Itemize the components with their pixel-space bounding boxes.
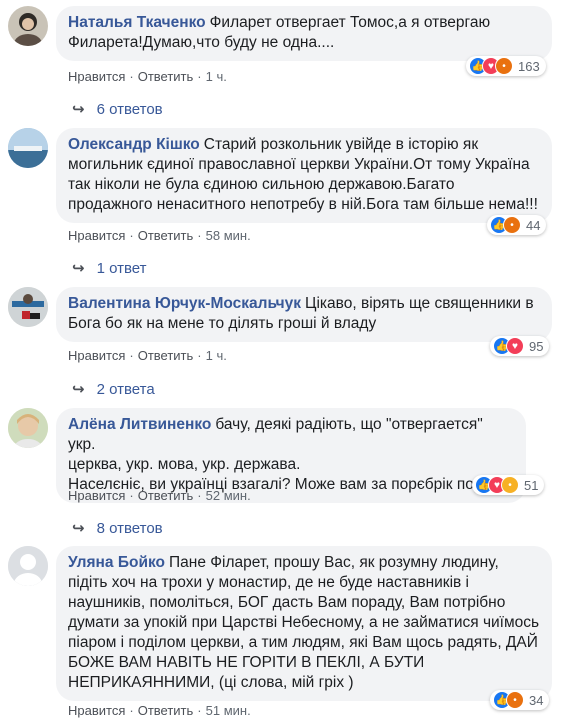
comment-text: продажного ненаситного непотребу в ній.Б…: [68, 196, 538, 213]
reply-arrow-icon: ↪: [72, 260, 85, 277]
comment-text: наушників, помоліться, БОГ дасть Вам пор…: [68, 594, 506, 611]
reactions-summary[interactable]: 👍 • 44: [487, 215, 547, 235]
like-link[interactable]: Нравится: [68, 228, 125, 243]
comment-text: Филарет отвергает Томос,а я отвергаю: [209, 14, 491, 31]
comment-time[interactable]: 52 мин.: [206, 488, 251, 503]
angry-reaction-icon: •: [506, 691, 524, 709]
avatar[interactable]: [8, 546, 48, 586]
view-replies[interactable]: ↪ 8 ответов: [72, 519, 163, 537]
comment-text: НЕПРИКАЯННИМИ, (ці слова, мій гріх ): [68, 674, 354, 691]
avatar[interactable]: [8, 408, 48, 448]
comment-actions: Нравится · Ответить · 1 ч.: [68, 348, 227, 363]
comment-text: Пане Філарет, прошу Вас, як розумну люди…: [169, 554, 499, 571]
sad-reaction-icon: •: [501, 476, 519, 494]
reaction-count: 163: [518, 58, 540, 74]
avatar[interactable]: [8, 128, 48, 168]
like-link[interactable]: Нравится: [68, 488, 125, 503]
replies-count: 1 ответ: [96, 260, 147, 277]
avatar[interactable]: [8, 6, 48, 46]
comment-time[interactable]: 1 ч.: [206, 348, 227, 363]
view-replies[interactable]: ↪ 1 ответ: [72, 259, 147, 277]
view-replies[interactable]: ↪ 6 ответов: [72, 100, 163, 118]
avatar-image: [14, 13, 42, 46]
comment-text: підіть хоч на трохи у монастир, де не бу…: [68, 574, 470, 591]
comment-text: Бога бо як на мене то ділять гроші й вла…: [68, 315, 377, 332]
reply-link[interactable]: Ответить: [138, 228, 194, 243]
avatar-image: [8, 128, 48, 168]
like-link[interactable]: Нравится: [68, 69, 125, 84]
comment-bubble: Уляна Бойко Пане Філарет, прошу Вас, як р…: [56, 546, 552, 701]
comment-text: могильник єдиної православної церкви Укр…: [68, 156, 530, 173]
comment-time[interactable]: 1 ч.: [206, 69, 227, 84]
comment-bubble: Наталья Ткаченко Филарет отвергает Томос,…: [56, 6, 552, 61]
avatar-image: [8, 408, 48, 448]
comment-text: Старий розкольник увійде в історію як: [203, 136, 479, 153]
avatar-image: [8, 287, 48, 327]
comment-actions: Нравится · Ответить · 58 мин.: [68, 228, 251, 243]
comment-text: думати за упокій при Царстві Небесному, …: [68, 614, 540, 631]
comment-text: піаром і поділом церкви, а тим людям, як…: [68, 634, 538, 651]
reactions-summary[interactable]: 👍 ♥ 95: [490, 336, 550, 356]
replies-count: 2 ответа: [96, 381, 155, 398]
comment-text: Цікаво, вірять ще священники в: [305, 295, 534, 312]
default-avatar-icon: [8, 546, 48, 586]
reactions-summary[interactable]: 👍 • 34: [490, 690, 550, 710]
comment-time[interactable]: 58 мин.: [206, 228, 251, 243]
love-reaction-icon: ♥: [506, 337, 524, 355]
like-link[interactable]: Нравится: [68, 348, 125, 363]
comment-text: церква, укр. мова, укр. держава.: [68, 456, 301, 473]
reply-link[interactable]: Ответить: [138, 69, 194, 84]
comment-actions: Нравится · Ответить · 1 ч.: [68, 69, 227, 84]
reaction-count: 51: [524, 477, 539, 493]
reaction-count: 95: [529, 338, 544, 354]
comment-text: Филарета!Думаю,что буду не одна....: [68, 34, 335, 51]
comment-author[interactable]: Уляна Бойко: [68, 554, 165, 571]
comment-text: БОЖЕ ВАМ НАВІТЬ НЕ ГОРІТИ В ПЕКЛІ, А БУТ…: [68, 654, 425, 671]
angry-reaction-icon: •: [495, 57, 513, 75]
reply-arrow-icon: ↪: [72, 381, 85, 398]
comment-author[interactable]: Олександр Кішко: [68, 136, 200, 153]
comment-author[interactable]: Валентина Юрчук-Москальчук: [68, 295, 301, 312]
view-replies[interactable]: ↪ 2 ответа: [72, 380, 155, 398]
comment-bubble: Валентина Юрчук-Москальчук Цікаво, вірять…: [56, 287, 552, 342]
angry-reaction-icon: •: [503, 216, 521, 234]
comment-actions: Нравится · Ответить · 52 мин.: [68, 488, 251, 503]
reaction-count: 34: [529, 692, 544, 708]
comment-text: так ніколи не була єдиною сильною держав…: [68, 176, 455, 193]
replies-count: 6 ответов: [96, 101, 163, 118]
comment-author[interactable]: Наталья Ткаченко: [68, 14, 206, 31]
comment-bubble: Олександр Кішко Старий розкольник увійде …: [56, 128, 552, 223]
reply-link[interactable]: Ответить: [138, 488, 194, 503]
reply-arrow-icon: ↪: [72, 101, 85, 118]
avatar[interactable]: [8, 287, 48, 327]
replies-count: 8 ответов: [96, 520, 163, 537]
reactions-summary[interactable]: 👍 ♥ • 51: [472, 475, 545, 495]
reactions-summary[interactable]: 👍 ♥ • 163: [466, 56, 546, 76]
reply-arrow-icon: ↪: [72, 520, 85, 537]
reaction-count: 44: [526, 217, 541, 233]
comment-author[interactable]: Алёна Литвиненко: [68, 416, 211, 433]
reply-link[interactable]: Ответить: [138, 348, 194, 363]
